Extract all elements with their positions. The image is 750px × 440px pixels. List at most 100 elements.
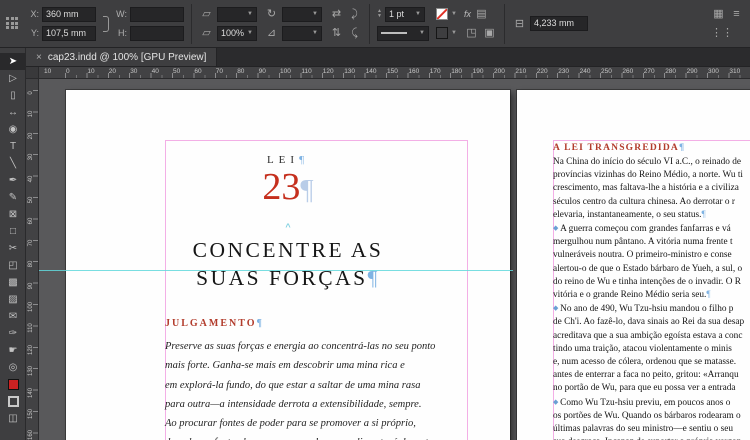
panel-menu-icon[interactable]: ≡ — [729, 7, 744, 21]
fill-red-swatch[interactable] — [436, 27, 448, 39]
tab-close-icon[interactable]: × — [36, 52, 42, 63]
pasteboard[interactable]: LEI¶ 23¶ ^ CONCENTRE AS SUAS FORÇAS¶ JUL… — [39, 79, 750, 440]
width-field[interactable] — [130, 6, 184, 22]
document-tab[interactable]: × cap23.indd @ 100% [GPU Preview] — [26, 48, 218, 66]
ruler-number: 230 — [558, 68, 570, 75]
hand-tool[interactable]: ☛ — [0, 342, 26, 359]
screen-mode-button[interactable]: ◫ — [0, 410, 26, 427]
text-wrap-icon[interactable]: ▣ — [482, 26, 497, 40]
rectangle-tool[interactable]: □ — [0, 223, 26, 240]
chapter-title: CONCENTRE AS SUAS FORÇAS¶ — [66, 236, 510, 292]
rotate-90-ccw-icon[interactable]: ⤹ — [347, 26, 362, 40]
note-tool[interactable]: ✉ — [0, 308, 26, 325]
height-field[interactable] — [130, 25, 184, 41]
free-transform-tool[interactable]: ◰ — [0, 257, 26, 274]
ruler-number: 150 — [387, 68, 398, 75]
scale-y-field[interactable]: 100% ▼ — [217, 25, 257, 41]
ruler-guide[interactable] — [39, 270, 513, 271]
scale-x-field[interactable]: ▼ — [217, 6, 257, 22]
chevron-down-icon: ▼ — [247, 11, 253, 17]
text-line: alertou-o de que o Estado bárbaro de Yue… — [553, 263, 743, 274]
shear-field[interactable]: ▼ — [282, 25, 322, 41]
stroke-style-dropdown[interactable]: ▼ — [377, 25, 429, 41]
chevron-down-icon: ▼ — [312, 30, 318, 36]
rotation-field[interactable]: ▼ — [282, 6, 322, 22]
shear-angle-icon: ⊿ — [266, 27, 277, 39]
stroke-none-swatch[interactable] — [436, 8, 448, 20]
chevron-down-icon: ▼ — [451, 11, 457, 17]
text-line: vitória e o grande Reino Médio seria seu… — [553, 290, 711, 301]
pilcrow-mark: ¶ — [701, 209, 706, 220]
text-line: os portões de Wu. Quando os bárbaros rod… — [553, 410, 741, 421]
text-line: de Ch'i. Ao fazê-lo, dava sinais ao Rei … — [553, 317, 745, 328]
ruler-number: 60 — [194, 68, 202, 75]
ruler-origin-corner[interactable] — [26, 67, 39, 79]
ruler-number: 110 — [301, 68, 312, 75]
content-collector-tool[interactable]: ◉ — [0, 121, 26, 138]
text-line: crescimento, mas faltava-lhe a história … — [553, 183, 739, 194]
right-page[interactable]: A LEI TRANSGREDIDA¶ Na China do início d… — [516, 89, 750, 440]
measurement-field[interactable]: 4,233 mm — [529, 16, 588, 31]
vertical-ruler[interactable]: 0 10 20 30 40 50 60 70 80 90 100 110 120 130 140 150 160 — [26, 79, 39, 440]
rotation-angle-icon: ↻ — [266, 8, 277, 20]
ruler-number: 120 — [28, 344, 34, 355]
y-position-field[interactable]: 107,5 mm — [42, 25, 96, 41]
drop-shadow-icon[interactable]: ▤ — [474, 7, 489, 21]
stroke-color-icon — [7, 396, 19, 407]
panel-grid-icon[interactable]: ▦ — [711, 7, 726, 21]
corner-options-icon[interactable]: ◳ — [464, 26, 479, 40]
section-marker: ◆ — [553, 304, 561, 313]
workspace-icon[interactable]: ⋮⋮ — [711, 26, 733, 40]
width-label: W: — [116, 9, 127, 19]
stroke-weight-field[interactable]: 1 pt ▼ — [384, 6, 425, 22]
ruler-number: 160 — [408, 68, 420, 75]
type-tool[interactable]: T — [0, 138, 26, 155]
ruler-number: 30 — [28, 153, 34, 161]
text-line: vulneráveis noutra. O primeiro-ministro … — [553, 250, 732, 261]
divider — [503, 3, 505, 44]
eyedropper-tool[interactable]: ✑ — [0, 325, 26, 342]
rotate-90-cw-icon[interactable]: ⤸ — [347, 7, 362, 21]
rectangle-frame-tool[interactable]: ⊠ — [0, 206, 26, 223]
reference-point-proxy[interactable] — [6, 17, 19, 30]
opening-text-frame[interactable]: Preserve as suas forças e energia ao con… — [165, 337, 477, 440]
right-page-text-frame[interactable]: Na China do início do século VI a.C., o … — [553, 156, 744, 440]
scissors-tool[interactable]: ✂ — [0, 240, 26, 257]
stroke-color-swatch[interactable] — [0, 393, 26, 410]
constrain-proportions-icon[interactable] — [103, 15, 109, 32]
ruler-number: 40 — [28, 175, 34, 182]
selection-tool[interactable]: ➤ — [0, 53, 26, 70]
chevron-down-icon: ▼ — [247, 30, 253, 36]
line-tool[interactable]: ╲ — [0, 155, 26, 172]
text-line: no portão de Wu, para que eu possa ver a… — [553, 383, 736, 394]
ruler-number: 50 — [173, 68, 181, 75]
pilcrow-mark: ¶ — [678, 143, 686, 153]
left-page[interactable]: LEI¶ 23¶ ^ CONCENTRE AS SUAS FORÇAS¶ JUL… — [65, 89, 511, 440]
flip-horizontal-icon[interactable]: ⇄ — [329, 7, 344, 21]
gradient-feather-tool[interactable]: ▨ — [0, 291, 26, 308]
text-line: antes de enterrar a faca no peito, grito… — [553, 370, 739, 381]
control-panel: X: 360 mm Y: 107,5 mm W: H: ▱ ▼ ▱ 100% ▼ ↻ ▼ ⊿… — [0, 0, 750, 48]
horizontal-ruler[interactable]: 10 0 10 20 30 40 50 60 70 80 90 100 110 120 130 140 150 1… — [39, 67, 750, 79]
stroke-style-preview — [381, 32, 407, 34]
stroke-weight-stepper[interactable]: ▲ ▼ — [377, 9, 382, 19]
text-line: elevaria, instantaneamente, o seu status… — [553, 209, 706, 220]
ruler-number: 180 — [451, 68, 463, 75]
scale-x-icon: ▱ — [202, 8, 211, 20]
fill-color-swatch[interactable] — [0, 376, 26, 393]
direct-selection-tool[interactable]: ▷ — [0, 70, 26, 87]
document-tab-bar: × cap23.indd @ 100% [GPU Preview] — [26, 48, 750, 67]
zoom-tool[interactable]: ◎ — [0, 359, 26, 376]
text-line: do reino de Wu e tinha intenções de o in… — [553, 276, 741, 287]
pen-tool[interactable]: ✒ — [0, 172, 26, 189]
pencil-tool[interactable]: ✎ — [0, 189, 26, 206]
x-position-field[interactable]: 360 mm — [42, 6, 96, 22]
flip-vertical-icon[interactable]: ⇅ — [329, 26, 344, 40]
ruler-number: 70 — [28, 239, 34, 247]
ruler-number: 150 — [28, 409, 34, 420]
page-tool[interactable]: ▯ — [0, 87, 26, 104]
gradient-swatch-tool[interactable]: ▩ — [0, 274, 26, 291]
effects-icon[interactable]: fx — [464, 9, 471, 19]
ruler-number: 170 — [429, 68, 441, 75]
gap-tool[interactable]: ↔ — [0, 104, 26, 121]
